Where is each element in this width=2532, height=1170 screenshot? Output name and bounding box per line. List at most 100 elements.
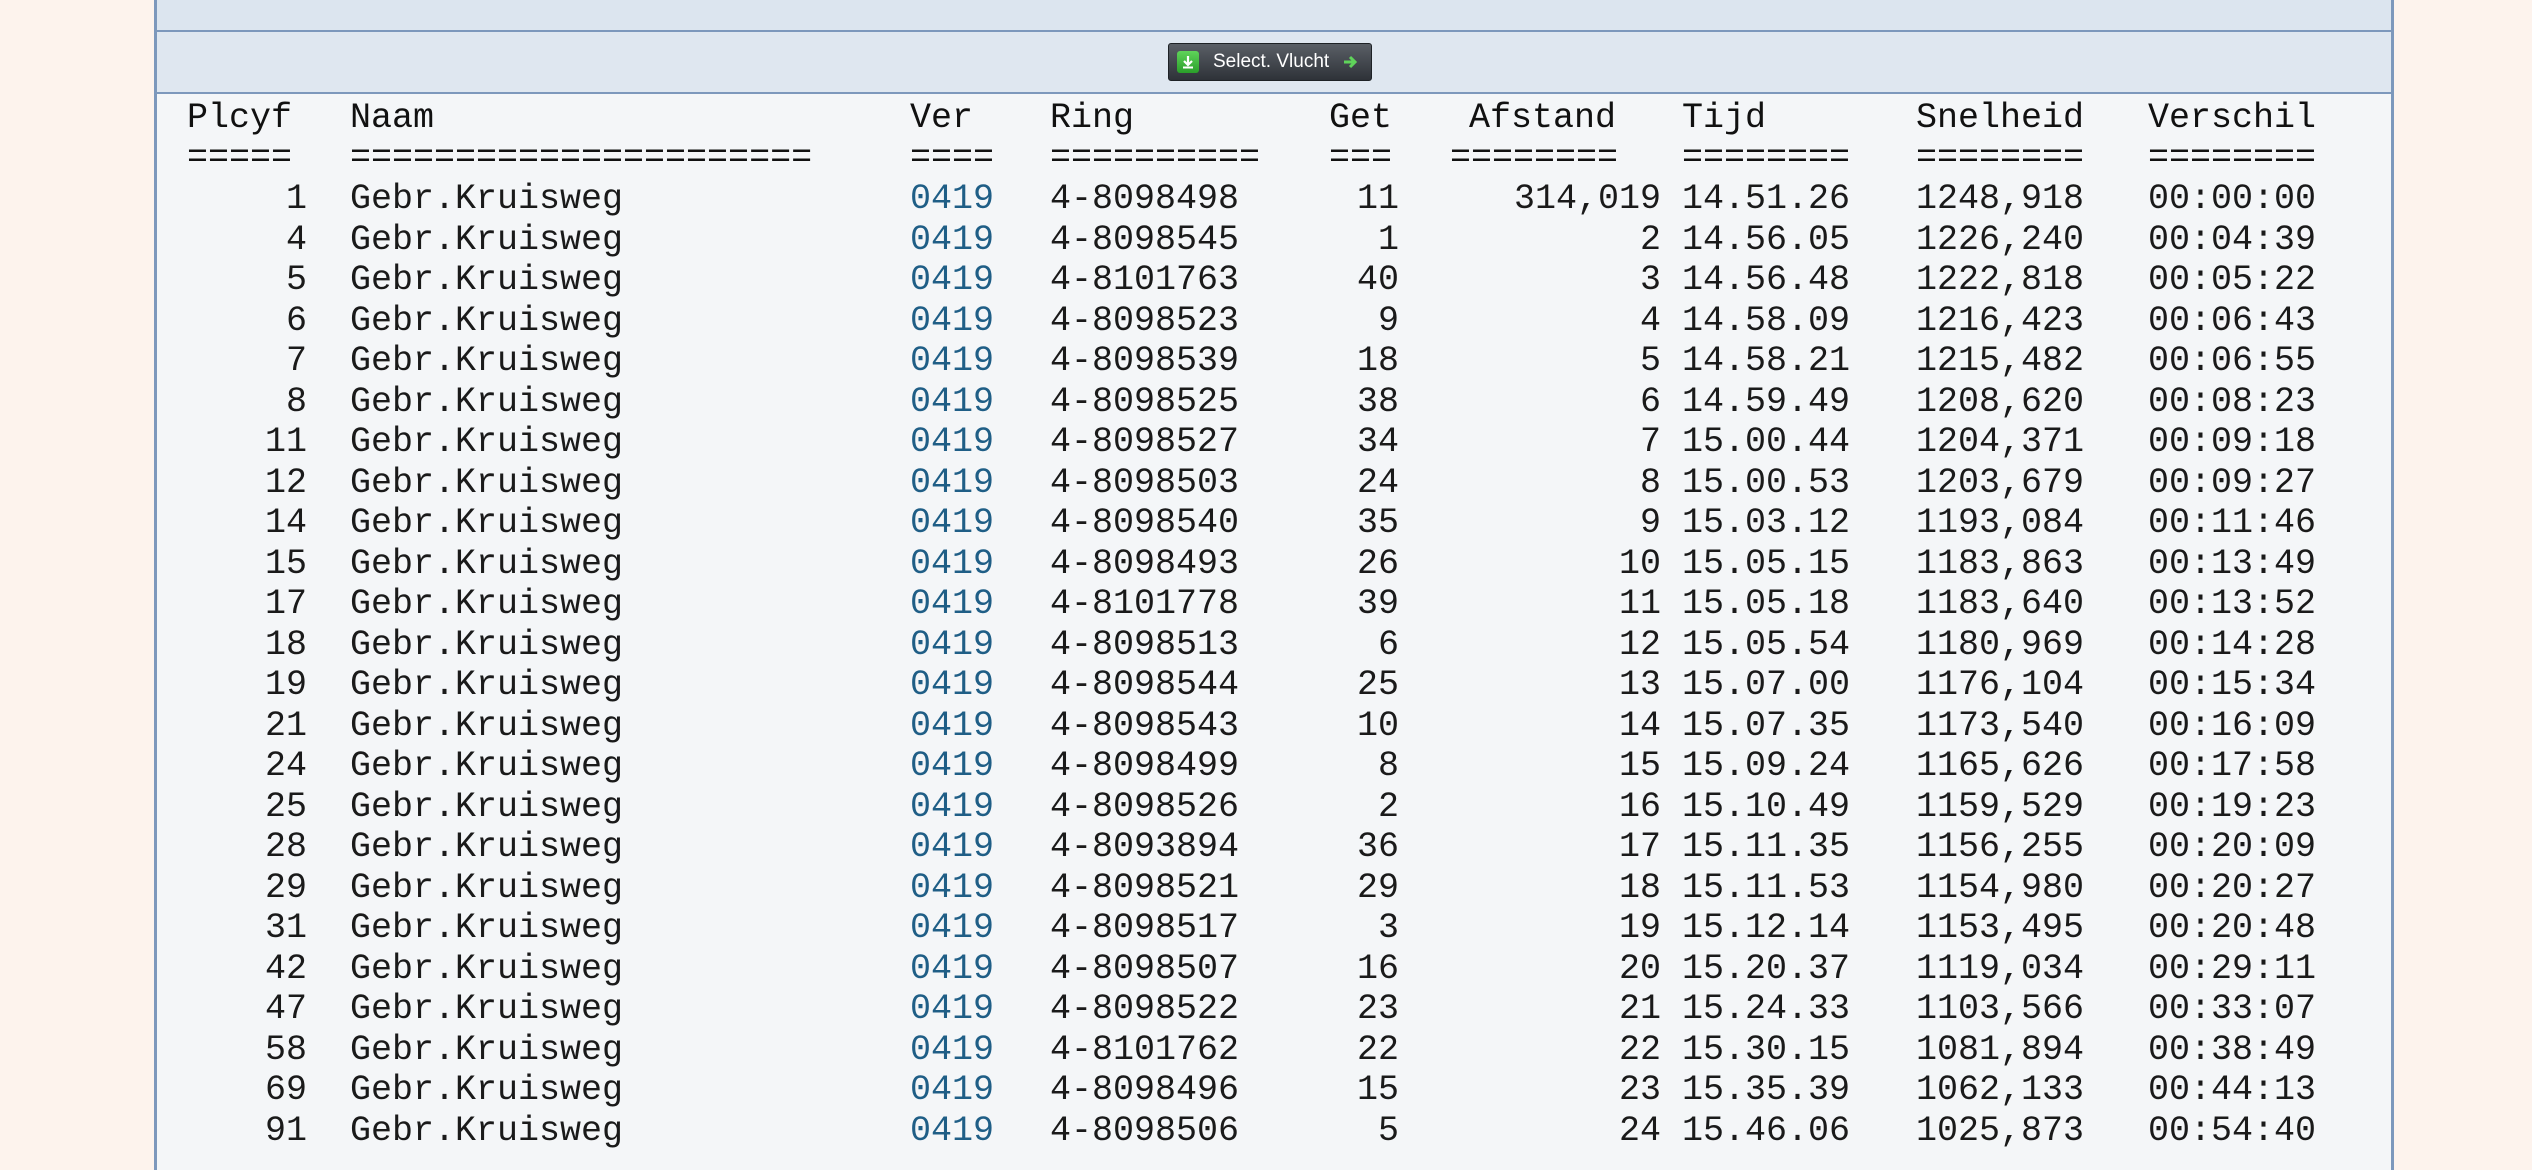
sep-snelheid: ========: [1916, 138, 2085, 178]
cell-snelheid: 1173,540: [1916, 705, 2085, 746]
cell-ver[interactable]: 0419: [910, 706, 994, 746]
cell-snelheid: 1215,482: [1916, 341, 2085, 381]
cell-naam: Gebr.Kruisweg: [350, 786, 624, 827]
cell-verschil: 00:06:55: [2148, 341, 2317, 381]
cell-verschil: 00:33:07: [2148, 989, 2317, 1029]
cell-afstand: 6: [1639, 381, 1661, 422]
cell-ring: 4-8098493: [1050, 543, 1240, 584]
cell-ver[interactable]: 0419: [910, 787, 994, 827]
cell-naam: Gebr.Kruisweg: [350, 1070, 624, 1110]
cell-naam: Gebr.Kruisweg: [350, 300, 624, 341]
cell-naam: Gebr.Kruisweg: [350, 260, 624, 300]
cell-ring: 4-8098545: [1050, 219, 1240, 260]
cell-naam: Gebr.Kruisweg: [350, 1029, 624, 1070]
cell-plcyf: 1: [285, 179, 307, 219]
top-bar: [157, 0, 2391, 32]
cell-snelheid: 1193,084: [1916, 503, 2085, 543]
cell-snelheid: 1222,818: [1916, 260, 2085, 300]
cell-get: 39: [1356, 584, 1399, 624]
cell-ver[interactable]: 0419: [910, 1111, 994, 1151]
cell-ver[interactable]: 0419: [910, 584, 994, 624]
cell-ver[interactable]: 0419: [910, 382, 994, 422]
select-vlucht-button[interactable]: Select. Vlucht: [1168, 43, 1372, 81]
cell-naam: Gebr.Kruisweg: [350, 705, 624, 746]
cell-get: 2: [1377, 786, 1399, 827]
cell-ring: 4-8098517: [1050, 908, 1240, 948]
cell-afstand: 21: [1618, 989, 1661, 1029]
cell-snelheid: 1081,894: [1916, 1029, 2085, 1070]
cell-verschil: 00:11:46: [2148, 503, 2317, 543]
cell-ver[interactable]: 0419: [910, 341, 994, 381]
cell-ver[interactable]: 0419: [910, 827, 994, 867]
cell-snelheid: 1248,918: [1916, 179, 2085, 219]
cell-naam: Gebr.Kruisweg: [350, 341, 624, 381]
cell-ver[interactable]: 0419: [910, 908, 994, 948]
cell-plcyf: 25: [264, 786, 307, 827]
cell-tijd: 14.51.26: [1682, 179, 1851, 219]
cell-ring: 4-8098544: [1050, 665, 1240, 705]
cell-afstand: 7: [1639, 422, 1661, 462]
cell-ver[interactable]: 0419: [910, 989, 994, 1029]
cell-afstand: 20: [1618, 948, 1661, 989]
cell-get: 9: [1377, 300, 1399, 341]
cell-naam: Gebr.Kruisweg: [350, 179, 624, 219]
cell-plcyf: 47: [264, 989, 307, 1029]
cell-ver[interactable]: 0419: [910, 1030, 994, 1070]
cell-plcyf: 7: [285, 341, 307, 381]
cell-plcyf: 21: [264, 705, 307, 746]
cell-snelheid: 1216,423: [1916, 300, 2085, 341]
cell-tijd: 15.07.00: [1682, 665, 1851, 705]
cell-ver[interactable]: 0419: [910, 463, 994, 503]
cell-ring: 4-8098526: [1050, 786, 1240, 827]
cell-get: 23: [1356, 989, 1399, 1029]
cell-get: 15: [1356, 1070, 1399, 1110]
cell-ver[interactable]: 0419: [910, 422, 994, 462]
cell-tijd: 15.30.15: [1682, 1029, 1851, 1070]
sep-get: ===: [1329, 138, 1393, 178]
cell-ver[interactable]: 0419: [910, 1070, 994, 1110]
cell-verschil: 00:09:18: [2148, 422, 2317, 462]
cell-ring: 4-8098523: [1050, 300, 1240, 341]
cell-ver[interactable]: 0419: [910, 220, 994, 260]
cell-verschil: 00:20:27: [2148, 867, 2317, 908]
cell-ver[interactable]: 0419: [910, 949, 994, 989]
cell-snelheid: 1208,620: [1916, 381, 2085, 422]
cell-naam: Gebr.Kruisweg: [350, 462, 624, 503]
cell-naam: Gebr.Kruisweg: [350, 219, 624, 260]
cell-tijd: 15.35.39: [1682, 1070, 1851, 1110]
cell-afstand: 13: [1618, 665, 1661, 705]
cell-ver[interactable]: 0419: [910, 625, 994, 665]
cell-ring: 4-8098540: [1050, 503, 1240, 543]
cell-tijd: 14.56.48: [1682, 260, 1851, 300]
cell-ver[interactable]: 0419: [910, 503, 994, 543]
cell-afstand: 24: [1618, 1110, 1661, 1151]
cell-verschil: 00:54:40: [2148, 1110, 2317, 1151]
cell-ver[interactable]: 0419: [910, 544, 994, 584]
sep-ring: ==========: [1050, 138, 1261, 178]
cell-naam: Gebr.Kruisweg: [350, 989, 624, 1029]
cell-afstand: 314,019: [1513, 179, 1661, 219]
cell-ver[interactable]: 0419: [910, 746, 994, 786]
cell-verschil: 00:13:49: [2148, 543, 2317, 584]
cell-ver[interactable]: 0419: [910, 665, 994, 705]
cell-get: 29: [1356, 867, 1399, 908]
cell-plcyf: 31: [264, 908, 307, 948]
sep-plcyf: =====: [187, 138, 293, 178]
cell-ver[interactable]: 0419: [910, 260, 994, 300]
cell-verschil: 00:06:43: [2148, 300, 2317, 341]
cell-ver[interactable]: 0419: [910, 868, 994, 908]
cell-ring: 4-8098507: [1050, 948, 1240, 989]
cell-afstand: 8: [1639, 462, 1661, 503]
cell-naam: Gebr.Kruisweg: [350, 827, 624, 867]
cell-tijd: 15.46.06: [1682, 1110, 1851, 1151]
cell-ring: 4-8098506: [1050, 1110, 1240, 1151]
cell-afstand: 2: [1639, 219, 1661, 260]
cell-plcyf: 8: [285, 381, 307, 422]
cell-tijd: 15.12.14: [1682, 908, 1851, 948]
cell-verschil: 00:20:48: [2148, 908, 2317, 948]
cell-plcyf: 15: [264, 543, 307, 584]
cell-ver[interactable]: 0419: [910, 301, 994, 341]
cell-verschil: 00:38:49: [2148, 1029, 2317, 1070]
cell-snelheid: 1183,640: [1916, 584, 2085, 624]
cell-ver[interactable]: 0419: [910, 179, 994, 219]
